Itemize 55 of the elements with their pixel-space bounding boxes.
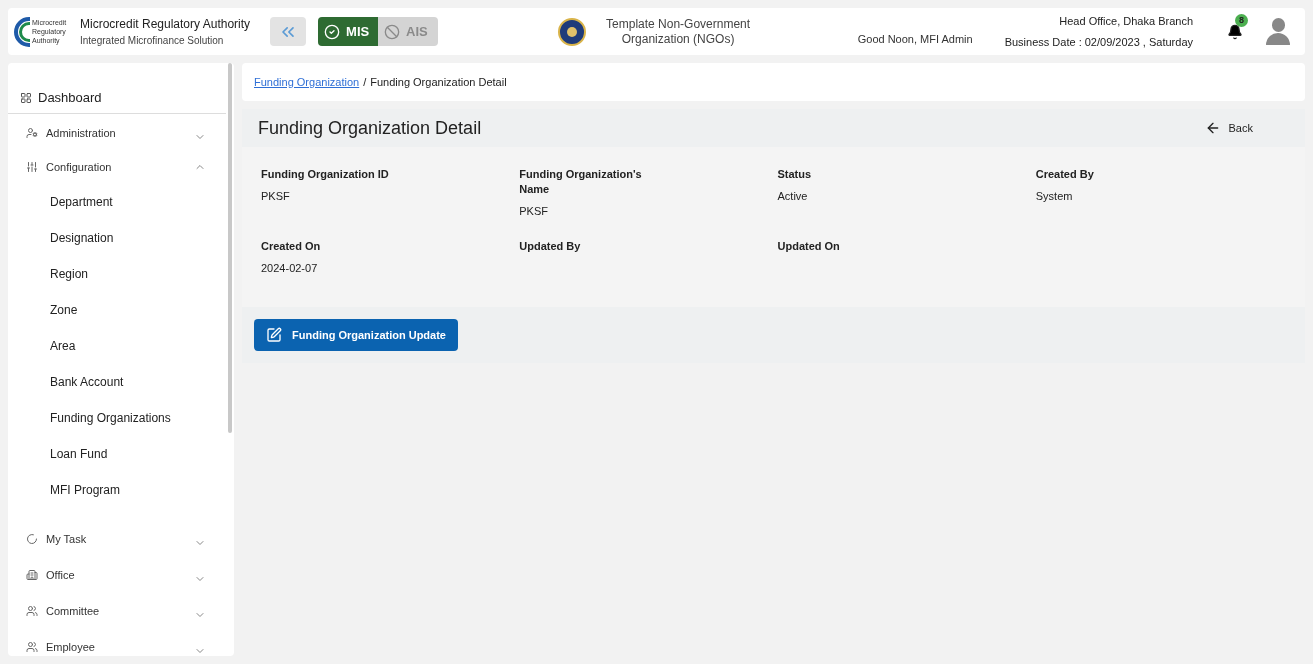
sidebar-submenu-item[interactable]: Region <box>8 256 234 292</box>
sidebar-submenu-item[interactable]: MFI Program <box>8 472 234 508</box>
greeting-text: Good Noon, MFI Admin <box>857 31 973 47</box>
app-subtitle: Integrated Microfinance Solution <box>80 34 225 48</box>
check-icon <box>324 23 341 40</box>
users-icon <box>26 605 38 617</box>
sidebar-submenu-item[interactable]: Funding Organizations <box>8 400 234 436</box>
app-title: Microcredit Regulatory Authority <box>80 16 251 33</box>
sliders-icon <box>26 161 38 173</box>
sidebar-submenu-item[interactable]: Designation <box>8 220 234 256</box>
sidebar-submenu-item[interactable]: Department <box>8 184 234 220</box>
field-value: System <box>1035 189 1074 204</box>
field-value: 2024-02-07 <box>261 261 319 276</box>
sidebar-submenu-item[interactable]: Bank Account <box>8 364 234 400</box>
sidebar-submenu-item[interactable]: Area <box>8 328 234 364</box>
field-label: Updated By <box>519 239 582 254</box>
breadcrumb-separator: / <box>363 74 367 90</box>
field-value: PKSF <box>261 189 291 204</box>
ban-icon <box>384 23 401 40</box>
breadcrumb-link[interactable]: Funding Organization <box>254 73 360 91</box>
sidebar-submenu-item[interactable]: Loan Fund <box>8 436 234 472</box>
user-gear-icon <box>26 127 38 139</box>
update-button[interactable]: Funding Organization Update <box>254 319 458 351</box>
sidebar-menu-item[interactable]: Office <box>8 558 226 592</box>
bell-icon <box>1227 23 1243 40</box>
users-icon <box>26 641 38 653</box>
notification-badge: 8 <box>1235 13 1248 27</box>
back-button[interactable]: Back <box>1204 119 1253 137</box>
avatar-icon[interactable] <box>1265 17 1291 46</box>
field-label: Funding Organization's Name <box>519 167 643 197</box>
field-label: Status <box>777 167 813 182</box>
sidebar-menu-item[interactable]: Committee <box>8 594 226 628</box>
module-tab[interactable]: MIS <box>318 17 379 46</box>
dashboard-link[interactable]: Dashboard <box>8 83 226 114</box>
sidebar-menu-item[interactable]: My Task <box>8 522 226 556</box>
field-value: PKSF <box>519 204 549 219</box>
organization-name: Template Non-Government Organization (NGOs) <box>605 16 752 47</box>
sidebar-menu-item[interactable]: Configuration <box>8 150 226 184</box>
field-label: Created By <box>1035 167 1095 182</box>
grid-icon <box>20 92 32 104</box>
edit-icon <box>266 327 282 343</box>
field-label: Created On <box>261 239 322 254</box>
breadcrumb-current: Funding Organization Detail <box>370 74 507 90</box>
sidebar-submenu-item[interactable]: Zone <box>8 292 234 328</box>
field-value: Active <box>777 189 809 204</box>
emblem-icon <box>558 17 587 46</box>
sidebar-menu-item[interactable]: Employee <box>8 630 226 656</box>
field-label: Funding Organization ID <box>261 167 390 182</box>
field-label: Updated On <box>777 239 841 254</box>
business-date: Business Date : 02/09/2023 , Saturday <box>1004 34 1193 50</box>
branch-name: Head Office, Dhaka Branch <box>1059 14 1193 29</box>
collapse-button[interactable] <box>270 17 307 46</box>
page-title: Funding Organization Detail <box>258 116 482 140</box>
building-icon <box>26 569 38 581</box>
sidebar-menu-item[interactable]: Administration <box>8 116 226 150</box>
